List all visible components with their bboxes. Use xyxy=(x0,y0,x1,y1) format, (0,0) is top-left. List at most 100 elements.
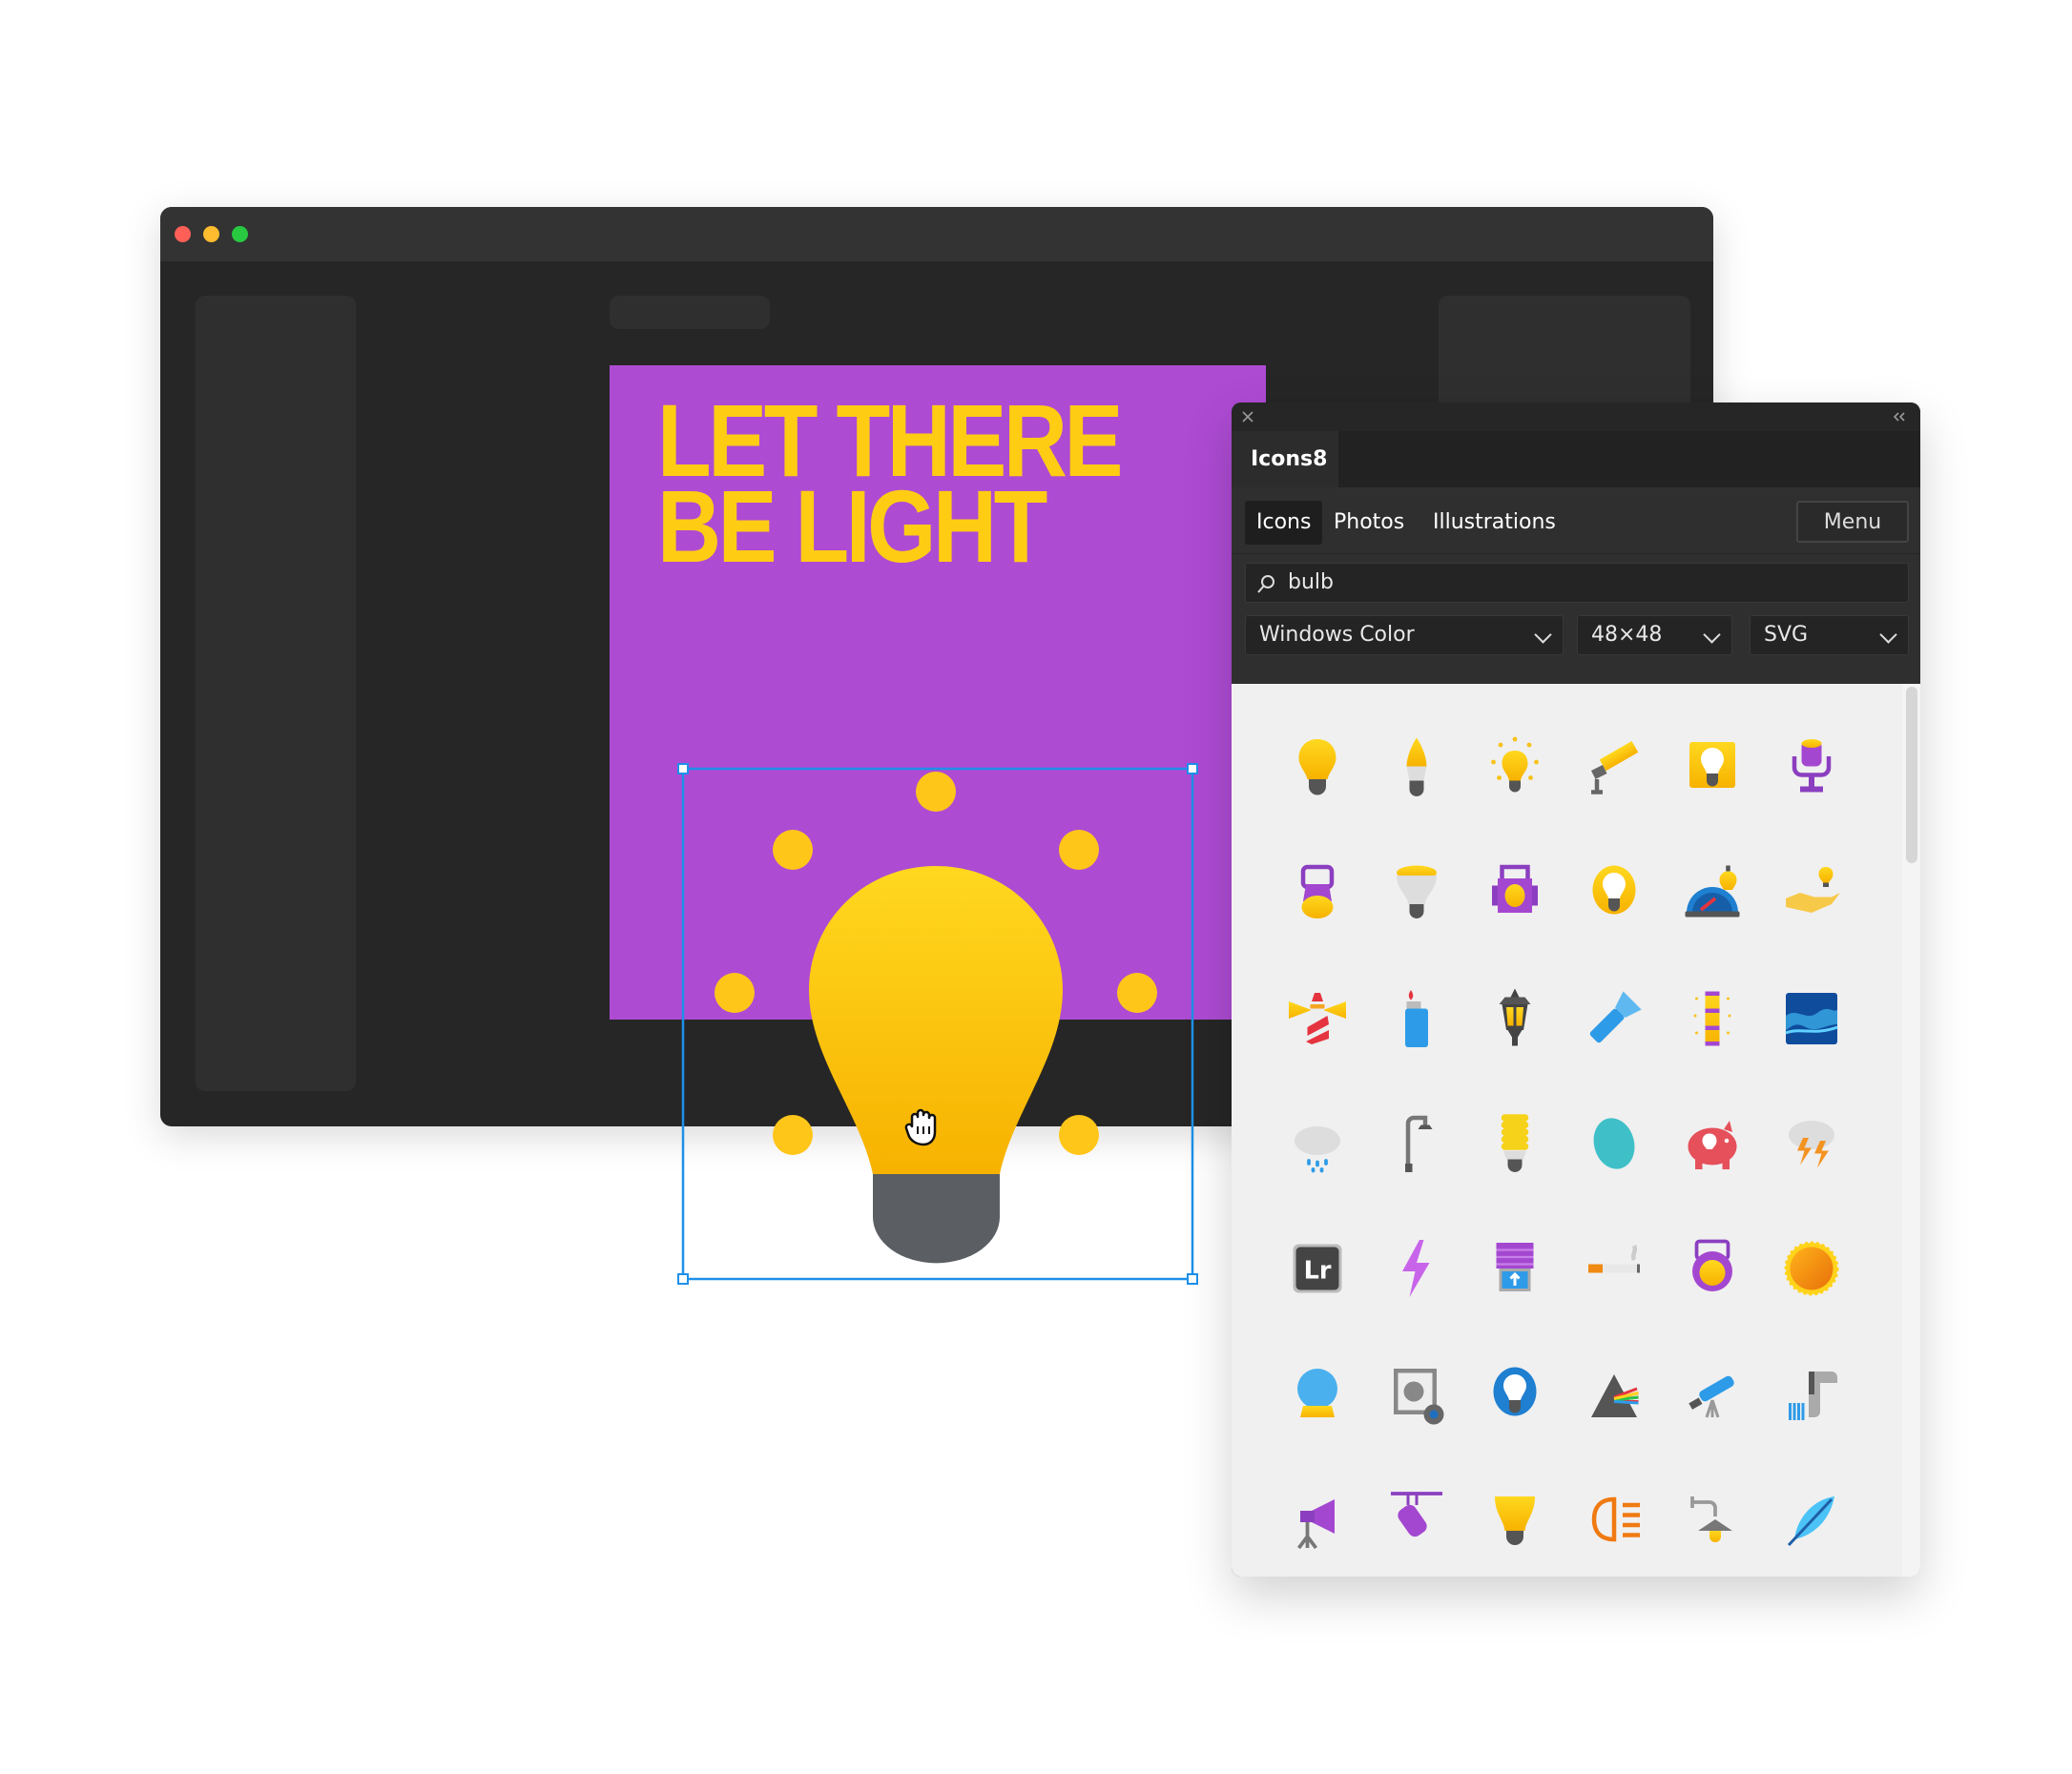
icon-result-studio-light[interactable] xyxy=(1283,1485,1352,1554)
icon-result-speedometer-bulb[interactable] xyxy=(1678,858,1747,927)
resize-handle-top-left[interactable] xyxy=(677,763,689,774)
icon-result-stage-light[interactable] xyxy=(1777,733,1846,802)
headline-line-2: BE LIGHT xyxy=(657,468,1047,584)
close-icon[interactable] xyxy=(1241,410,1254,423)
aurora-icon xyxy=(1785,992,1838,1044)
scrollbar[interactable] xyxy=(1902,684,1920,1577)
size-select[interactable]: 48×48 xyxy=(1577,615,1732,655)
icon-result-cfl-bulb[interactable] xyxy=(1481,1109,1549,1178)
egg-lamp-icon xyxy=(1593,1118,1635,1169)
icon-result-brightness-settings[interactable] xyxy=(1382,1360,1451,1429)
light-bulb-icon xyxy=(1298,739,1336,795)
studio-light-icon xyxy=(1297,1498,1335,1549)
cigarette-icon xyxy=(1587,1245,1640,1273)
style-select-value: Windows Color xyxy=(1259,623,1415,647)
icon-result-theatre-spotlight[interactable] xyxy=(1481,858,1549,927)
icon-result-reflector-bulb[interactable] xyxy=(1481,1485,1549,1554)
icon-result-cigarette[interactable] xyxy=(1580,1234,1648,1303)
icon-result-idea-bulb[interactable] xyxy=(1481,733,1549,802)
icon-result-lantern[interactable] xyxy=(1283,858,1352,927)
icon-result-hand-with-bulb[interactable] xyxy=(1777,858,1846,927)
close-window-button[interactable] xyxy=(175,226,191,242)
window-blinds-icon xyxy=(1496,1243,1534,1292)
bulb-square-icon xyxy=(1689,742,1736,788)
headlight-icon xyxy=(1591,1496,1640,1542)
lightning-bolt-icon xyxy=(1401,1240,1430,1298)
selected-bulb-graphic[interactable] xyxy=(677,763,1198,1285)
format-select-value: SVG xyxy=(1764,623,1809,647)
icon-result-egg-lamp[interactable] xyxy=(1580,1109,1648,1178)
resize-handle-top-right[interactable] xyxy=(1187,763,1198,774)
nav-tab-icons[interactable]: Icons xyxy=(1245,501,1323,545)
size-select-value: 48×48 xyxy=(1591,623,1663,647)
icon-result-lighthouse[interactable] xyxy=(1283,984,1352,1053)
nav-tab-illustrations[interactable]: Illustrations xyxy=(1421,501,1567,545)
icon-result-bulb-square[interactable] xyxy=(1678,733,1747,802)
theatre-spotlight-icon xyxy=(1492,865,1539,914)
icon-result-barcode-scanner[interactable] xyxy=(1777,1360,1846,1429)
double-chevron-left-icon[interactable] xyxy=(1892,411,1907,423)
lighter-icon xyxy=(1404,989,1428,1047)
icon-result-feather[interactable] xyxy=(1777,1485,1846,1554)
tab-icons8[interactable]: Icons8 xyxy=(1232,431,1338,487)
icon-result-lightning-bolt[interactable] xyxy=(1382,1234,1451,1303)
icon-result-glowing-bulb[interactable] xyxy=(1580,858,1648,927)
icon-result-led-reflector-bulb[interactable] xyxy=(1382,858,1451,927)
icon-result-crystal-ball[interactable] xyxy=(1283,1360,1352,1429)
icon-result-street-lamp[interactable] xyxy=(1382,1109,1451,1178)
bulb-base xyxy=(873,1174,1000,1264)
hand-with-bulb-icon xyxy=(1786,867,1840,914)
icon-result-blue-bulb[interactable] xyxy=(1481,1360,1549,1429)
icon-result-headlight[interactable] xyxy=(1580,1485,1648,1554)
toolbar-placeholder xyxy=(610,296,770,329)
lantern-icon xyxy=(1300,865,1335,919)
format-select[interactable]: SVG xyxy=(1750,615,1909,655)
icon-result-prism[interactable] xyxy=(1580,1360,1648,1429)
track-light-icon xyxy=(1390,1491,1442,1537)
icon-result-sun[interactable] xyxy=(1777,1234,1846,1303)
sun-icon xyxy=(1784,1241,1839,1296)
icon-result-lightroom[interactable]: Lr xyxy=(1283,1234,1352,1303)
spotlight-icon xyxy=(1590,741,1639,794)
lighthouse-icon xyxy=(1289,992,1346,1044)
maximize-window-button[interactable] xyxy=(232,226,248,242)
icon-result-aurora[interactable] xyxy=(1777,984,1846,1053)
icon-result-thunderstorm[interactable] xyxy=(1777,1109,1846,1178)
stage-spotlight-icon xyxy=(1692,1239,1733,1292)
style-select[interactable]: Windows Color xyxy=(1245,615,1564,655)
icon-result-street-lantern[interactable] xyxy=(1481,984,1549,1053)
icon-result-candle-bulb[interactable] xyxy=(1382,733,1451,802)
icon-result-light-bulb[interactable] xyxy=(1283,733,1352,802)
icon-result-rain-cloud[interactable] xyxy=(1283,1109,1352,1178)
scrollbar-thumb[interactable] xyxy=(1906,687,1917,863)
resize-handle-bottom-left[interactable] xyxy=(677,1273,689,1285)
icon-result-lighter[interactable] xyxy=(1382,984,1451,1053)
icon-result-wall-lamp[interactable] xyxy=(1678,1485,1747,1554)
panel-tab-bar: Icons8 xyxy=(1232,431,1920,487)
search-input[interactable]: bulb xyxy=(1245,563,1909,603)
icon-result-piggy-bank-bulb[interactable] xyxy=(1678,1109,1747,1178)
icon-results-grid: Lr xyxy=(1232,684,1920,1577)
icon-result-track-light[interactable] xyxy=(1382,1485,1451,1554)
lightroom-icon: Lr xyxy=(1293,1244,1342,1293)
ray-dot xyxy=(715,973,755,1013)
feather-icon xyxy=(1787,1496,1834,1546)
icon-result-light-tube[interactable] xyxy=(1678,984,1747,1053)
rain-cloud-icon xyxy=(1295,1125,1340,1173)
resize-handle-bottom-right[interactable] xyxy=(1187,1273,1198,1285)
search-value: bulb xyxy=(1288,570,1334,594)
flashlight-icon xyxy=(1589,990,1642,1042)
icon-result-spotlight[interactable] xyxy=(1580,733,1648,802)
street-lantern-icon xyxy=(1499,988,1531,1046)
chevron-down-icon xyxy=(1703,626,1721,644)
street-lamp-icon xyxy=(1404,1115,1433,1172)
wall-lamp-icon xyxy=(1690,1496,1733,1542)
minimize-window-button[interactable] xyxy=(203,226,219,242)
icon-result-telescope[interactable] xyxy=(1678,1360,1747,1429)
ray-dot xyxy=(773,1115,813,1155)
icon-result-stage-spotlight[interactable] xyxy=(1678,1234,1747,1303)
icon-result-flashlight[interactable] xyxy=(1580,984,1648,1053)
menu-button[interactable]: Menu xyxy=(1796,501,1909,543)
icon-result-window-blinds[interactable] xyxy=(1481,1234,1549,1303)
nav-tab-photos[interactable]: Photos xyxy=(1322,501,1416,545)
